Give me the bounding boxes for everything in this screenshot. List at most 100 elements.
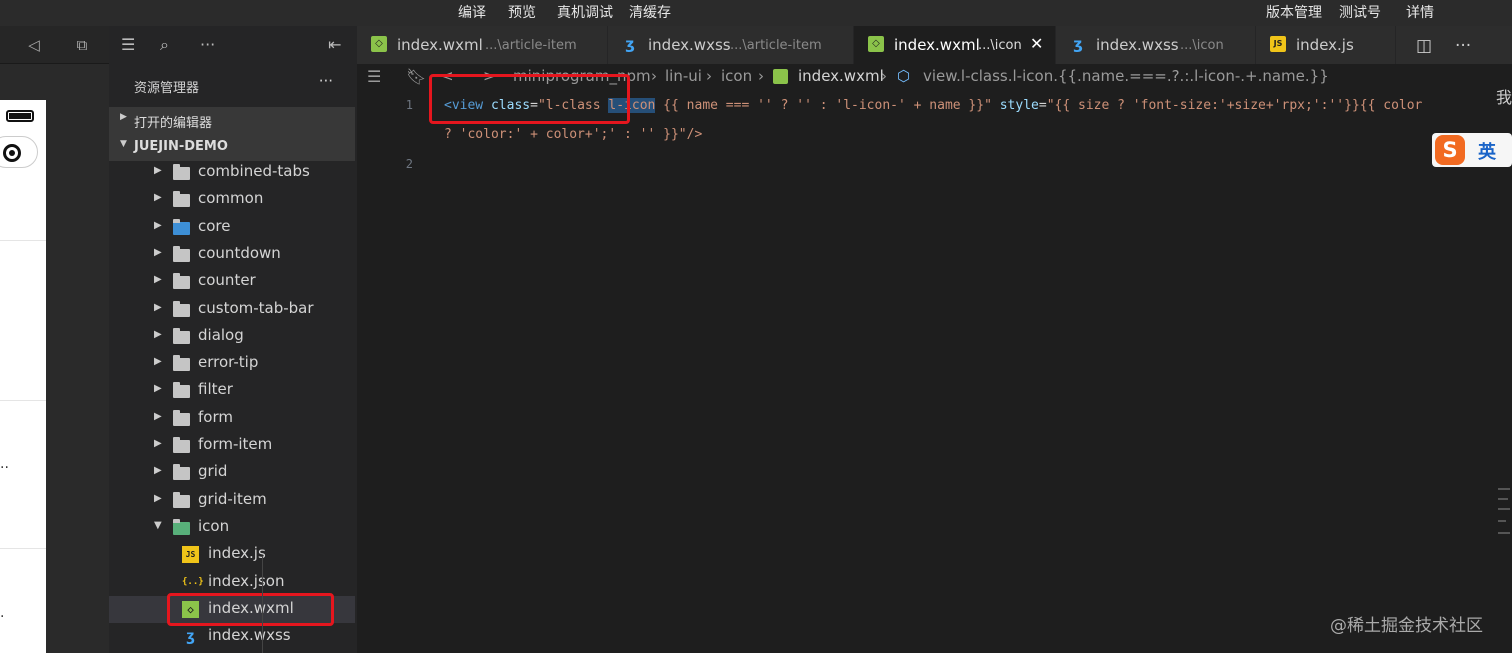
tree-item[interactable]: ʒ index.wxss bbox=[109, 623, 355, 650]
clear-cache-button[interactable]: 清缓存 bbox=[629, 2, 671, 22]
ellipsis: . bbox=[0, 605, 5, 621]
close-icon[interactable]: ✕ bbox=[1030, 34, 1043, 53]
breadcrumb-file[interactable]: index.wxml bbox=[798, 67, 884, 85]
preview-button[interactable]: 预览 bbox=[508, 2, 536, 22]
tree-item[interactable]: ▶ grid-item bbox=[109, 487, 355, 514]
tab-article-item-wxss[interactable]: ʒ index.wxss ...\article-item bbox=[608, 26, 854, 64]
code-line-1-wrap: ? 'color:' + color+';' : '' }}"/> bbox=[444, 127, 702, 142]
mute-icon[interactable]: ◁ bbox=[24, 35, 44, 55]
tree-item-label: index.js bbox=[208, 544, 266, 562]
collapse-icon[interactable]: ⇤ bbox=[328, 35, 341, 54]
code-string: "{{ size ? 'font-size:'+size+'rpx;':''}}… bbox=[1046, 98, 1423, 113]
code-editor[interactable]: 1 <view class="l-class l-icon {{ name ==… bbox=[357, 74, 1512, 653]
version-management-button[interactable]: 版本管理 bbox=[1266, 2, 1322, 22]
tree-item-label: grid-item bbox=[198, 490, 267, 508]
device-debug-button[interactable]: 真机调试 bbox=[557, 2, 613, 22]
folder-icon bbox=[173, 519, 190, 535]
tree-item[interactable]: ▶ common bbox=[109, 186, 355, 213]
capsule-button[interactable] bbox=[0, 136, 38, 168]
tree-item[interactable]: ▶ countdown bbox=[109, 241, 355, 268]
chevron-right-icon: ▶ bbox=[154, 329, 162, 340]
chevron-right-icon: ▶ bbox=[154, 192, 162, 203]
chevron-right-icon: ▶ bbox=[154, 302, 162, 313]
tree-item[interactable]: JS index.js bbox=[109, 541, 355, 568]
split-editor-icon[interactable]: ◫ bbox=[1416, 36, 1432, 56]
divider bbox=[0, 400, 46, 401]
tree-item-label: custom-tab-bar bbox=[198, 299, 314, 317]
explorer-more-button[interactable]: ··· bbox=[319, 72, 333, 90]
divider bbox=[0, 548, 46, 549]
bookmark-icon[interactable]: 🔖︎ bbox=[406, 67, 426, 86]
js-file-icon: JS bbox=[182, 546, 199, 563]
tree-item[interactable]: ▶ grid bbox=[109, 459, 355, 486]
breadcrumb-icon[interactable]: icon bbox=[721, 67, 752, 85]
tree-item-label: filter bbox=[198, 380, 233, 398]
tree-item-label: icon bbox=[198, 517, 230, 535]
tab-index-js[interactable]: JS index.js bbox=[1256, 26, 1396, 64]
folder-icon bbox=[173, 246, 190, 262]
chevron-right-icon: ▶ bbox=[120, 112, 127, 122]
wxml-file-icon bbox=[773, 69, 788, 84]
open-editors-section[interactable]: ▶ 打开的编辑器 bbox=[109, 107, 355, 134]
tree-item[interactable]: ▶ filter bbox=[109, 377, 355, 404]
breadcrumb-symbol[interactable]: view.l-class.l-icon.{{.name.===.?.:.l-ic… bbox=[923, 67, 1329, 85]
folder-icon bbox=[173, 273, 190, 289]
tab-icon-wxml[interactable]: ◇ index.wxml ...\icon ✕ bbox=[854, 26, 1056, 64]
chevron-right-icon: ▶ bbox=[154, 465, 162, 476]
more-icon[interactable]: ··· bbox=[200, 35, 215, 54]
compile-button[interactable]: 编译 bbox=[458, 2, 486, 22]
test-id-button[interactable]: 测试号 bbox=[1339, 2, 1381, 22]
tree-item[interactable]: {..} index.json bbox=[109, 569, 355, 596]
chevron-right-icon: ▶ bbox=[154, 438, 162, 449]
tree-item[interactable]: ▶ core bbox=[109, 214, 355, 241]
folder-icon bbox=[173, 328, 190, 344]
tree-item[interactable]: ▶ form bbox=[109, 405, 355, 432]
ime-logo: S bbox=[1435, 135, 1465, 165]
chevron-right-icon: ▶ bbox=[154, 356, 162, 367]
simulator-toolbar: ◁ ⧉ bbox=[0, 26, 109, 64]
code-op: = bbox=[1038, 98, 1047, 113]
tree-item-label: common bbox=[198, 189, 264, 207]
tree-item[interactable]: ▶ dialog bbox=[109, 323, 355, 350]
window-icon[interactable]: ⧉ bbox=[72, 35, 92, 55]
explorer-panel: ☰ ⌕ ··· ⇤ 资源管理器 ··· ▶ 打开的编辑器 ▼ JUEJIN-DE… bbox=[109, 26, 357, 653]
minimap bbox=[1496, 90, 1512, 653]
chevron-down-icon: ▼ bbox=[154, 520, 162, 531]
folder-icon bbox=[173, 382, 190, 398]
tree-item[interactable]: ▶ custom-tab-bar bbox=[109, 296, 355, 323]
tree-item-label: grid bbox=[198, 462, 228, 480]
list-icon[interactable]: ☰ bbox=[367, 67, 381, 86]
tree-item[interactable]: ▶ combined-tabs bbox=[109, 159, 355, 186]
breadcrumb-separator: › bbox=[758, 67, 764, 85]
chevron-right-icon: ▶ bbox=[154, 411, 162, 422]
ime-language[interactable]: 英 bbox=[1478, 138, 1496, 164]
tree-item[interactable]: ▼ icon bbox=[109, 514, 355, 541]
highlight-box bbox=[429, 74, 630, 124]
ime-toolbar[interactable]: S 英 bbox=[1432, 133, 1512, 167]
details-button[interactable]: 详情 bbox=[1406, 2, 1434, 22]
tree-item[interactable]: ▶ counter bbox=[109, 268, 355, 295]
tab-article-item-wxml[interactable]: ◇ index.wxml ...\article-item bbox=[357, 26, 608, 64]
tree-item[interactable]: ▶ form-item bbox=[109, 432, 355, 459]
tab-icon-wxss[interactable]: ʒ index.wxss ...\icon bbox=[1056, 26, 1256, 64]
chevron-right-icon: ▶ bbox=[154, 274, 162, 285]
code-attr: style bbox=[991, 98, 1039, 113]
tree-item-label: combined-tabs bbox=[198, 162, 310, 180]
breadcrumb-separator: › bbox=[881, 67, 887, 85]
simulator-panel: .. . bbox=[0, 64, 109, 653]
tree-item[interactable]: ◇ index.wxml bbox=[109, 593, 355, 626]
json-file-icon: {..} bbox=[182, 577, 204, 587]
chevron-right-icon: ▶ bbox=[154, 493, 162, 504]
tree-item[interactable]: ▶ error-tip bbox=[109, 350, 355, 377]
line-number: 2 bbox=[405, 157, 413, 171]
folder-icon bbox=[173, 464, 190, 480]
list-icon[interactable]: ☰ bbox=[121, 35, 135, 54]
minimap-line bbox=[1498, 488, 1510, 490]
project-section[interactable]: ▼ JUEJIN-DEMO bbox=[109, 134, 355, 161]
breadcrumb-lin-ui[interactable]: lin-ui bbox=[665, 67, 702, 85]
tree-item-label: index.wxss bbox=[208, 626, 291, 644]
more-icon[interactable]: ··· bbox=[1455, 36, 1471, 56]
search-icon[interactable]: ⌕ bbox=[160, 35, 169, 55]
tree-item-label: core bbox=[198, 217, 231, 235]
peek-text: 我 bbox=[1496, 88, 1512, 107]
